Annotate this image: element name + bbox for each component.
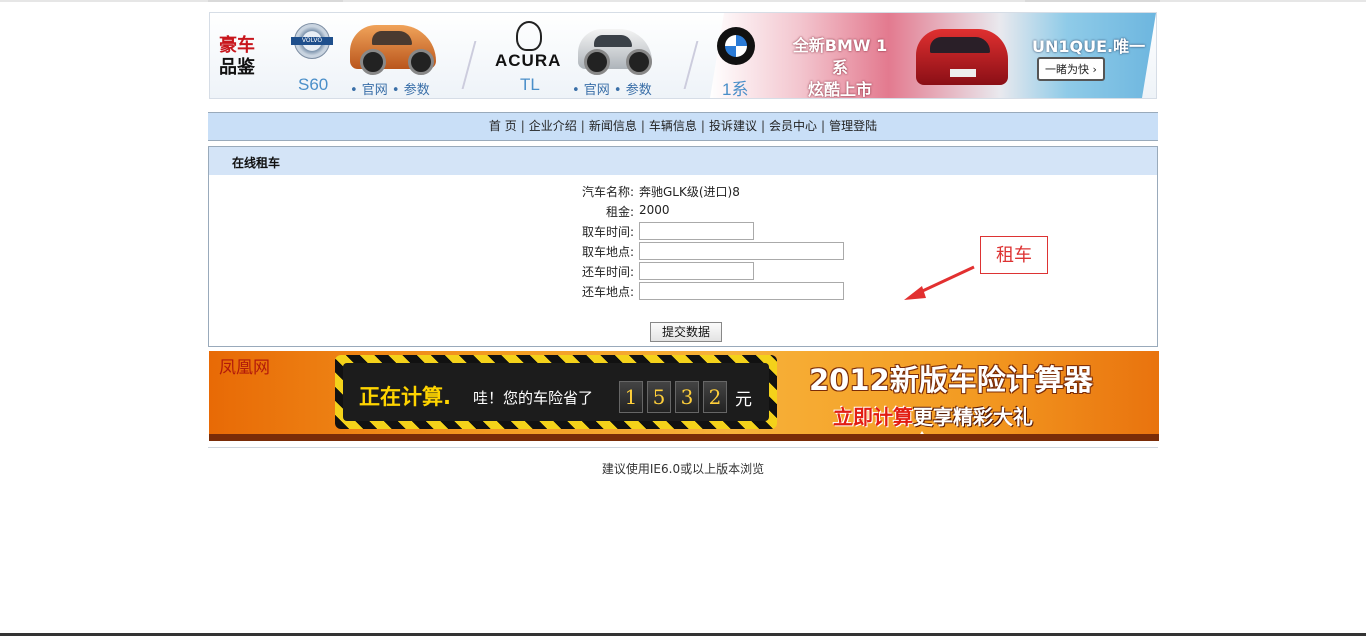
nav-separator: | [700,119,705,133]
pickup-time-input[interactable] [639,222,754,240]
calc-message: 哇！您的车险省了 [473,389,594,407]
pickup-place-input[interactable] [639,242,844,260]
submit-button[interactable]: 提交数据 [650,322,722,342]
bmw-logo-icon [717,27,755,65]
nav-separator: | [640,119,645,133]
calc-digit: 2 [703,381,727,413]
nav-separator: | [580,119,585,133]
nav-separator: | [821,119,826,133]
car-name-label: 汽车名称: [581,185,634,199]
annotation-arrow-icon [904,265,975,300]
calc-title: 正在计算. [359,385,451,409]
pickup-place-label: 取车地点: [581,245,634,259]
footer-note: 建议使用IE6.0或以上版本浏览 [601,462,765,476]
return-time-input[interactable] [639,262,754,280]
calc-unit: 元 [735,390,752,410]
bmw-unique-text: UN1QUE.唯一 [1032,37,1146,56]
pickup-time-label: 取车时间: [581,225,634,239]
nav-item-news[interactable]: 新闻信息 [589,119,637,133]
acura-links[interactable]: • 官网 • 参数 [572,79,652,98]
bmw-model-label: 1系 [722,80,749,99]
volvo-model-label: S60 [298,75,329,94]
bmw-car-image [916,29,1008,85]
insurance-subheadline[interactable]: 立即计算更享精彩大礼 [833,401,1033,430]
calculate-now-link: 立即计算 [833,405,913,429]
footer-divider [208,447,1158,448]
annotation-label: 租车 [980,236,1048,274]
return-place-label: 还车地点: [581,285,634,299]
volvo-links[interactable]: • 官网 • 参数 [350,79,430,98]
nav-item-home[interactable]: 首 页 [489,119,517,133]
nav-item-admin-login[interactable]: 管理登陆 [829,119,877,133]
bmw-slogan: 全新BMW 1系 炫酷上市 [792,36,888,99]
insurance-calculator-box: 正在计算. 哇！您的车险省了 1 5 3 2 元 [335,355,777,429]
car-ad-banner[interactable]: 豪车 品鉴 VOLVO S60 • 官网 • 参数 ACURA TL • 官网 … [209,12,1157,99]
volvo-car-image [350,25,436,75]
acura-logo-icon [516,21,542,51]
nav-item-company[interactable]: 企业介绍 [529,119,577,133]
nav-separator: | [520,119,525,133]
return-place-input[interactable] [639,282,844,300]
nav-item-vehicles[interactable]: 车辆信息 [649,119,697,133]
calc-digit: 5 [647,381,671,413]
main-nav: 首 页 | 企业介绍 | 新闻信息 | 车辆信息 | 投诉建议 | 会员中心 | 管理登陆 [208,112,1158,141]
volvo-logo: VOLVO [291,23,333,59]
acura-car-image [578,29,652,75]
gift-text: 更享精彩大礼 [913,405,1033,429]
top-border [0,0,1366,2]
panel-title: 在线租车 [209,147,1157,175]
bmw-go-button[interactable]: 一睹为快 › [1037,57,1105,81]
return-time-label: 还车时间: [581,265,634,279]
calc-digit: 1 [619,381,643,413]
car-name-value: 奔驰GLK级(进口)8 [639,185,740,199]
nav-item-complaints[interactable]: 投诉建议 [709,119,757,133]
rent-label: 租金: [605,205,634,219]
insurance-ad-banner[interactable]: 凤凰网 正在计算. 哇！您的车险省了 1 5 3 2 元 2012新版车险计算器… [209,351,1159,441]
acura-model-label: TL [520,75,540,94]
nav-item-members[interactable]: 会员中心 [769,119,817,133]
nav-separator: | [760,119,766,133]
insurance-headline: 2012新版车险计算器 [809,363,1093,397]
banner-section-title: 豪车 品鉴 [219,35,255,78]
ifeng-logo: 凤凰网 [219,358,270,378]
acura-brand: ACURA [495,51,562,70]
rent-value: 2000 [639,203,670,217]
calc-digit: 3 [675,381,699,413]
